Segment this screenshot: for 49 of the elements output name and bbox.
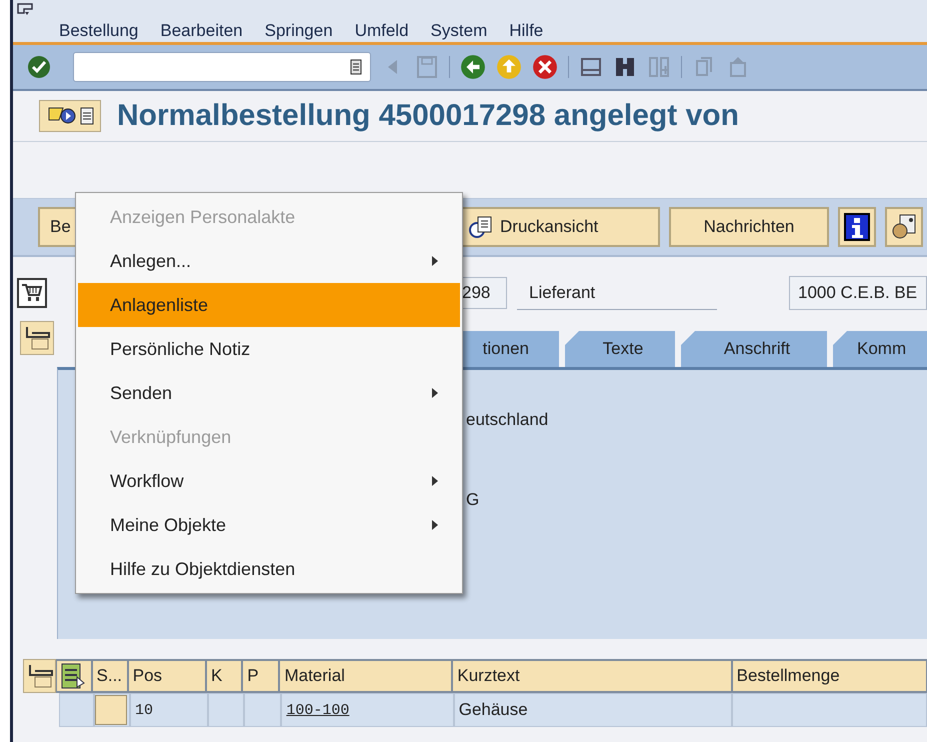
menu-item[interactable]: Hilfe zu Objektdiensten: [78, 547, 460, 591]
personalize-icon: [891, 213, 917, 241]
personalize-button[interactable]: [885, 207, 923, 247]
menu-item[interactable]: Workflow: [78, 459, 460, 503]
messages-button[interactable]: Nachrichten: [669, 207, 829, 247]
column-header[interactable]: P: [242, 659, 280, 693]
confirm-icon[interactable]: [27, 55, 51, 79]
vendor-field[interactable]: 1000 C.E.B. BE: [789, 276, 927, 310]
menu-bar-item[interactable]: System: [430, 21, 488, 41]
menu-bar-item[interactable]: Bestellung: [59, 21, 138, 41]
tree-toggle-button[interactable]: [20, 321, 54, 355]
material-link[interactable]: 100-100: [286, 702, 350, 718]
tree-toggle-button[interactable]: [23, 659, 56, 693]
object-services-button[interactable]: [39, 100, 101, 132]
print-icon[interactable]: [579, 55, 603, 79]
address-text: G: [466, 490, 480, 510]
menu-bar-item[interactable]: Hilfe: [509, 21, 544, 41]
column-header[interactable]: Bestellmenge: [732, 659, 927, 693]
cart-button[interactable]: [17, 278, 47, 308]
menu-item[interactable]: Senden: [78, 371, 460, 415]
back-icon[interactable]: [460, 54, 486, 80]
history-icon[interactable]: [350, 59, 362, 75]
menu-bar-item[interactable]: Springen: [264, 21, 333, 41]
list-icon: [80, 107, 94, 125]
tab[interactable]: Komm: [833, 331, 927, 367]
cancel-icon[interactable]: [532, 54, 558, 80]
column-header[interactable]: Pos: [128, 659, 206, 693]
window-title: Normalbestellung 4500017298 angelegt von: [117, 99, 739, 133]
tab[interactable]: Texte: [565, 331, 675, 367]
column-header[interactable]: Kurztext: [452, 659, 732, 693]
column-header[interactable]: K: [206, 659, 242, 693]
column-header[interactable]: Material: [279, 659, 452, 693]
tab[interactable]: Anschrift: [681, 331, 827, 367]
address-text: eutschland: [466, 410, 550, 430]
vendor-label: Lieferant: [517, 276, 717, 310]
binoculars-icon[interactable]: [613, 55, 637, 79]
print-preview-icon: [468, 214, 494, 240]
menu-item[interactable]: Meine Objekte: [78, 503, 460, 547]
menu-bar-item[interactable]: Umfeld: [354, 21, 409, 41]
command-input-field[interactable]: [73, 52, 371, 82]
cell-text: 10: [134, 702, 153, 718]
layout-icon[interactable]: [61, 663, 86, 689]
menu-item[interactable]: Anlagenliste: [78, 283, 460, 327]
layout-settings-cell[interactable]: [56, 659, 92, 693]
cell-text: Gehäuse: [458, 700, 528, 720]
info-button[interactable]: [838, 207, 876, 247]
info-icon: [844, 213, 870, 241]
column-header[interactable]: S...: [92, 659, 128, 693]
menu-bar-item[interactable]: Bearbeiten: [160, 21, 243, 41]
